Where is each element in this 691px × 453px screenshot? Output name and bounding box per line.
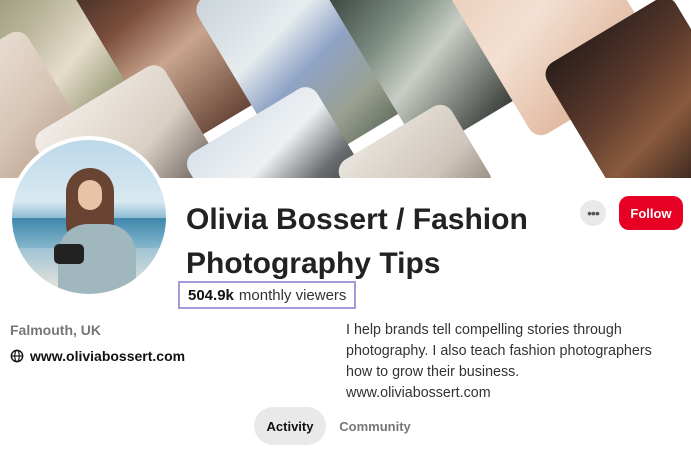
profile-name: Olivia Bossert / Fashion Photography Tip… bbox=[186, 203, 528, 280]
profile-location: Falmouth, UK bbox=[10, 322, 101, 338]
camera-icon bbox=[54, 244, 84, 264]
tab-activity[interactable]: Activity bbox=[254, 407, 326, 445]
globe-icon bbox=[10, 349, 24, 363]
profile-avatar[interactable] bbox=[8, 136, 170, 298]
profile-page: Olivia Bossert / Fashion Photography Tip… bbox=[0, 0, 691, 453]
avatar-face bbox=[78, 180, 102, 210]
website-row[interactable]: www.oliviabossert.com bbox=[10, 348, 185, 364]
monthly-viewers: 504.9k monthly viewers bbox=[178, 281, 357, 309]
profile-bio: I help brands tell compelling stories th… bbox=[346, 322, 652, 401]
monthly-viewers-label: monthly viewers bbox=[238, 286, 347, 304]
monthly-viewers-count: 504.9k bbox=[188, 286, 234, 304]
ellipsis-icon: ••• bbox=[587, 205, 600, 221]
tab-community[interactable]: Community bbox=[334, 407, 416, 445]
more-options-button[interactable]: ••• bbox=[580, 200, 606, 226]
website-link[interactable]: www.oliviabossert.com bbox=[30, 348, 185, 364]
follow-button[interactable]: Follow bbox=[619, 196, 683, 230]
